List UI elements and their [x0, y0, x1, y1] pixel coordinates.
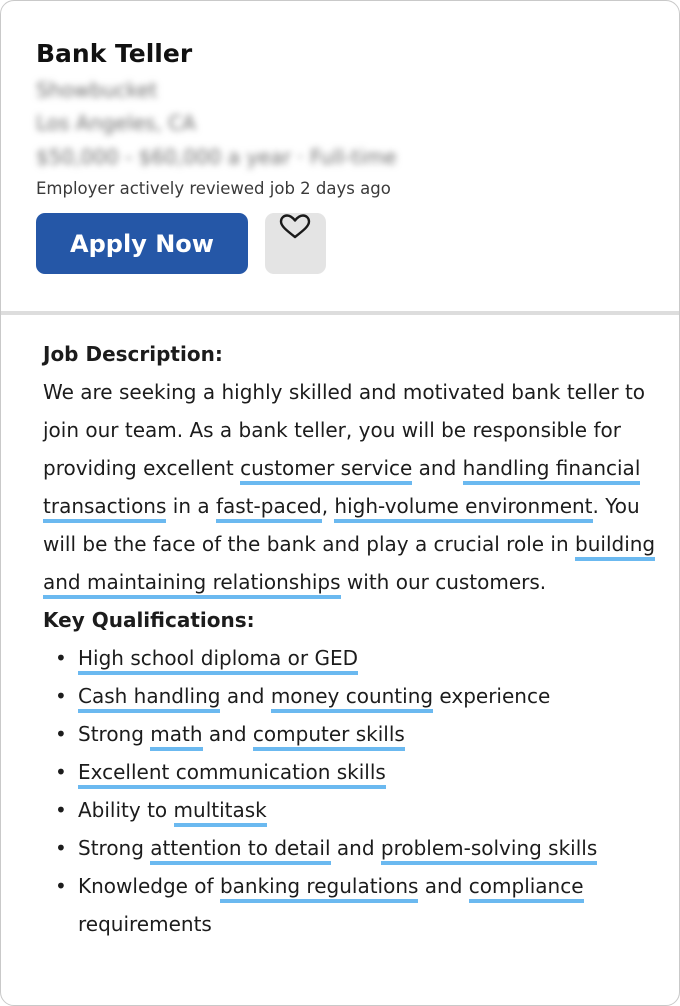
text-segment: Knowledge of [78, 874, 220, 898]
qualification-item: • Cash handling and money counting experi… [43, 677, 663, 715]
qualification-item: • Strong attention to detail and problem-… [43, 829, 663, 867]
text-segment: and [330, 836, 381, 860]
highlighted-keyword: High school diploma or GED [78, 646, 358, 675]
text-segment: Strong [78, 722, 151, 746]
highlighted-keyword: math [150, 722, 203, 751]
text-segment: in a [166, 494, 216, 518]
job-title: Bank Teller [36, 39, 193, 68]
reviewed-status: Employer actively reviewed job 2 days ag… [36, 179, 391, 198]
salary-info: $50,000 - $60,000 a year · Full-time [36, 145, 397, 169]
highlighted-keyword: banking regulations [219, 874, 419, 903]
text-segment: Strong [78, 836, 151, 860]
qualifications-list: • High school diploma or GED • Cash handlin… [43, 639, 663, 943]
job-card: Bank Teller Showbucket Los Angeles, CA $… [0, 0, 680, 1006]
text-segment: and [412, 456, 463, 480]
highlighted-keyword: fast-paced [215, 494, 322, 523]
highlighted-keyword: problem-solving skills [380, 836, 598, 865]
qualification-item: • Strong math and computer skills [43, 715, 663, 753]
apply-now-button[interactable]: Apply Now [36, 213, 248, 274]
heart-outline-icon [279, 214, 311, 239]
bullet-icon: • [55, 646, 67, 670]
description-heading: Job Description: [43, 342, 223, 366]
text-segment: Ability to [78, 798, 174, 822]
highlighted-keyword: Cash handling [78, 684, 221, 713]
qualification-item: • Knowledge of banking regulations and co… [43, 867, 663, 943]
text-segment: and [202, 722, 253, 746]
qualification-item: • High school diploma or GED [43, 639, 663, 677]
bullet-icon: • [55, 874, 67, 898]
text-segment: with our customers. [340, 570, 547, 594]
qualifications-heading: Key Qualifications: [43, 608, 255, 632]
job-details: Job Description: We are seeking a highly… [43, 335, 663, 943]
job-location: Los Angeles, CA [36, 111, 196, 135]
highlighted-keyword: Excellent communication skills [78, 760, 386, 789]
bullet-icon: • [55, 684, 67, 708]
text-segment: and [418, 874, 469, 898]
company-name[interactable]: Showbucket [36, 78, 157, 102]
bullet-icon: • [55, 760, 67, 784]
highlighted-keyword: high-volume environment [334, 494, 593, 523]
qualification-item: • Excellent communication skills [43, 753, 663, 791]
job-header: Bank Teller Showbucket Los Angeles, CA $… [1, 1, 679, 311]
highlighted-keyword: customer service [240, 456, 413, 485]
text-segment: , [321, 494, 335, 518]
bullet-icon: • [55, 836, 67, 860]
description-text: We are seeking a highly skilled and moti… [43, 373, 663, 601]
highlighted-keyword: attention to detail [150, 836, 331, 865]
highlighted-keyword: compliance [468, 874, 584, 903]
bullet-icon: • [55, 722, 67, 746]
text-segment: and [220, 684, 271, 708]
text-segment: requirements [78, 912, 212, 936]
save-job-button[interactable] [265, 213, 326, 274]
bullet-icon: • [55, 798, 67, 822]
highlighted-keyword: money counting [270, 684, 434, 713]
text-segment: experience [433, 684, 551, 708]
highlighted-keyword: multitask [173, 798, 267, 827]
highlighted-keyword: computer skills [252, 722, 405, 751]
section-divider [1, 311, 679, 315]
qualification-item: • Ability to multitask [43, 791, 663, 829]
